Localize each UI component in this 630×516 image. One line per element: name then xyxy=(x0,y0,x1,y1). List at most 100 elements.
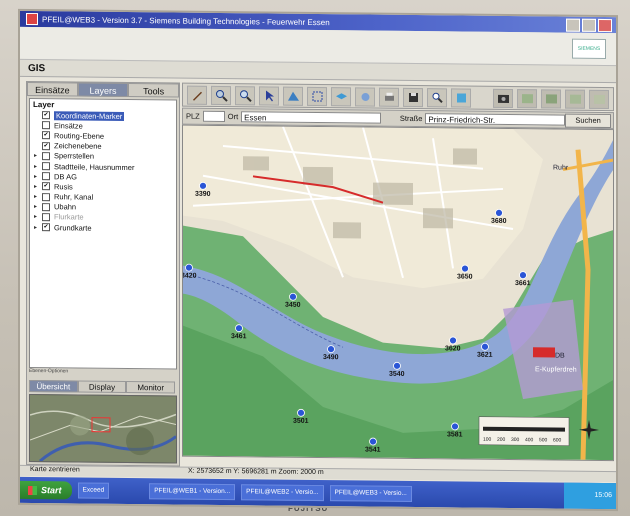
pointer-icon[interactable] xyxy=(259,85,279,106)
plz-label: PLZ xyxy=(186,111,200,121)
layer-checkbox[interactable] xyxy=(42,172,50,181)
tab-uebersicht[interactable]: Übersicht xyxy=(29,379,78,393)
tab-monitor[interactable]: Monitor xyxy=(126,380,176,394)
tab-display[interactable]: Display xyxy=(77,380,127,393)
start-button[interactable]: Start xyxy=(20,480,72,500)
hydrant-number: 3680 xyxy=(491,218,507,225)
camera-icon[interactable] xyxy=(493,88,513,108)
map-toolbar xyxy=(182,82,614,112)
layer-label: Sperrstellen xyxy=(54,151,95,161)
overview-map[interactable] xyxy=(29,393,177,464)
layer-options-link[interactable]: Ebenen-Optionen xyxy=(29,368,175,378)
save-icon[interactable] xyxy=(403,87,423,107)
hydrant-number: 3581 xyxy=(447,431,463,438)
sub-tabs: Übersicht Display Monitor xyxy=(29,379,176,394)
layer-label: Koordinaten-Marker xyxy=(54,110,125,121)
minimize-button[interactable] xyxy=(566,18,580,32)
layer-label: Ubahn xyxy=(54,202,77,212)
measure-icon[interactable] xyxy=(283,86,303,106)
map-label: Ruhr xyxy=(553,164,569,171)
settings-icon[interactable] xyxy=(589,89,609,109)
expand-icon[interactable]: ▸ xyxy=(34,152,40,159)
layer-checkbox[interactable]: ✔ xyxy=(42,182,50,191)
map-canvas[interactable]: 3390 3420 3450 3461 3490 3501 3540 3541 3581 3620… xyxy=(182,124,614,462)
start-label: Start xyxy=(41,485,62,496)
layer-label: Rusis xyxy=(54,182,73,192)
scale-label: 100 xyxy=(483,437,492,443)
taskbar-item-web2[interactable]: PFEIL@WEB2 - Versio... xyxy=(241,484,324,502)
layer-label: Stadtteile, Hausnummer xyxy=(54,161,135,172)
layer-checkbox[interactable] xyxy=(42,162,50,171)
expand-icon[interactable]: ▸ xyxy=(34,203,40,210)
layer-tree: Layer ✔ Koordinaten-Marker Einsätze ✔ Routin… xyxy=(29,97,177,370)
layer-label: Grundkarte xyxy=(54,222,92,233)
search-icon[interactable] xyxy=(427,87,447,107)
layer-checkbox[interactable]: ✔ xyxy=(42,111,50,120)
layer-icon[interactable] xyxy=(331,86,351,106)
tab-einsaetze[interactable]: Einsätze xyxy=(27,81,78,97)
expand-icon[interactable]: ▸ xyxy=(34,163,40,170)
left-panel: Einsätze Layers Tools Layer ✔ Koordinaten… xyxy=(26,80,180,467)
hydrant-number: 3420 xyxy=(183,273,197,280)
strasse-input[interactable]: Prinz-Friedrich-Str. xyxy=(425,113,566,126)
taskbar-item-exceed[interactable]: Exceed xyxy=(77,482,110,499)
expand-icon[interactable]: ▸ xyxy=(34,183,40,190)
screen: PFEIL@WEB3 - Version 3.7 - Siemens Build… xyxy=(20,10,616,510)
layer-checkbox[interactable] xyxy=(42,213,50,222)
map-label: E-Kupferdreh xyxy=(535,366,577,373)
left-tabs: Einsätze Layers Tools xyxy=(27,81,180,98)
layer-label: DB AG xyxy=(54,171,77,182)
plz-input[interactable] xyxy=(202,110,225,123)
map-label: DB xyxy=(555,352,565,359)
pen-icon[interactable] xyxy=(187,85,207,105)
zoom-in-icon[interactable] xyxy=(211,85,231,105)
image-icon[interactable] xyxy=(517,88,537,108)
route-icon[interactable] xyxy=(355,86,375,107)
layer-checkbox[interactable] xyxy=(42,121,50,130)
layer-checkbox[interactable] xyxy=(42,192,50,201)
expand-icon[interactable]: ▸ xyxy=(34,224,40,231)
layer-label: Routing-Ebene xyxy=(54,131,105,141)
hydrant-number: 3390 xyxy=(195,191,211,198)
expand-icon[interactable]: ▸ xyxy=(34,213,40,220)
map-view-icon[interactable] xyxy=(565,89,585,109)
search-button[interactable]: Suchen xyxy=(565,113,612,128)
hydrant-number: 3621 xyxy=(477,352,493,359)
ort-input[interactable]: Essen xyxy=(241,111,381,124)
layer-checkbox[interactable]: ✔ xyxy=(42,141,50,150)
layer-checkbox[interactable]: ✔ xyxy=(42,223,50,232)
hydrant-number: 3461 xyxy=(231,333,247,340)
tab-layers[interactable]: Layers xyxy=(77,82,129,98)
zoom-out-icon[interactable] xyxy=(235,85,255,105)
select-area-icon[interactable] xyxy=(307,86,327,106)
scale-label: 400 xyxy=(525,437,534,443)
expand-icon[interactable]: ▸ xyxy=(34,193,40,200)
hydrant-number: 3490 xyxy=(323,354,339,361)
layer-checkbox[interactable] xyxy=(42,202,50,211)
expand-icon[interactable]: ▸ xyxy=(34,173,40,180)
strasse-label: Straße xyxy=(399,113,423,124)
layer-checkbox[interactable]: ✔ xyxy=(42,131,50,140)
window-controls xyxy=(566,18,612,32)
layer-label: Flurkarte xyxy=(54,212,84,223)
grid-icon[interactable] xyxy=(541,88,561,109)
maximize-button[interactable] xyxy=(582,18,596,32)
hydrant-number: 3540 xyxy=(389,371,405,378)
hydrant-number: 3541 xyxy=(365,446,381,453)
scale-label: 200 xyxy=(497,437,506,443)
ort-label: Ort xyxy=(227,112,239,122)
layer-checkbox[interactable] xyxy=(42,151,50,161)
taskbar-item-web3[interactable]: PFEIL@WEB3 - Versio... xyxy=(329,485,412,502)
export-icon[interactable] xyxy=(451,87,471,108)
window-title: PFEIL@WEB3 - Version 3.7 - Siemens Build… xyxy=(42,14,330,27)
map-label: Kl xyxy=(401,457,412,460)
app-icon xyxy=(26,12,38,26)
tab-tools[interactable]: Tools xyxy=(128,83,180,98)
print-icon[interactable] xyxy=(379,87,399,107)
windows-logo-icon xyxy=(28,485,37,495)
close-button[interactable] xyxy=(598,18,612,32)
layer-item[interactable]: ▸ ✔ Grundkarte xyxy=(30,222,176,234)
hydrant-number: 3650 xyxy=(457,273,473,280)
hydrant-number: 3501 xyxy=(293,418,309,425)
taskbar-item-web1[interactable]: PFEIL@WEB1 - Version... xyxy=(149,483,236,501)
